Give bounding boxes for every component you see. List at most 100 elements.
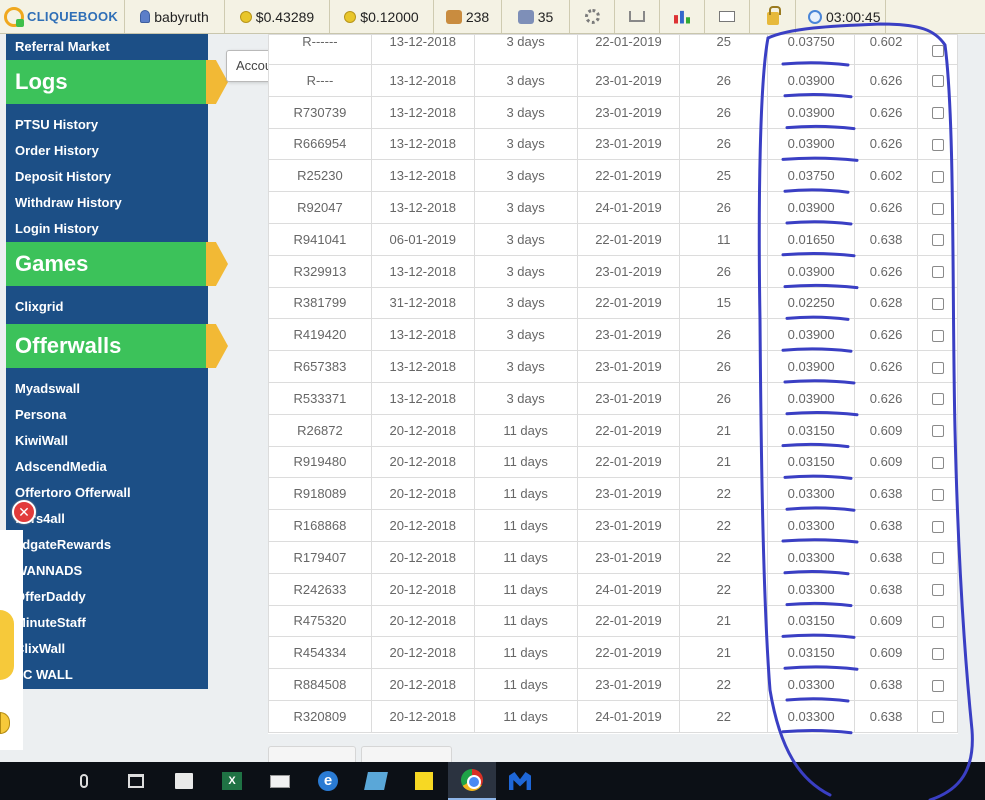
sidebar-item-wannads[interactable]: WANNADS: [6, 558, 208, 584]
row-checkbox[interactable]: [931, 647, 944, 660]
sidebar-item-minutestaff[interactable]: MinuteStaff: [6, 610, 208, 636]
row-checkbox[interactable]: [931, 170, 944, 183]
row-checkbox[interactable]: [931, 75, 944, 88]
sidebar-item-deposit-history[interactable]: Deposit History: [6, 164, 208, 190]
site-logo[interactable]: CLIQUEBOOK: [0, 0, 125, 33]
sidebar-item-kiwiwall[interactable]: KiwiWall: [6, 428, 208, 454]
user-menu[interactable]: babyruth: [125, 0, 225, 33]
duration-value: 3 days: [506, 168, 545, 184]
duration-value: 3 days: [506, 104, 545, 120]
row-checkbox[interactable]: [931, 616, 944, 628]
stats-button[interactable]: [660, 0, 705, 33]
clicks-cell: 26: [679, 191, 769, 224]
rented-count[interactable]: 35: [502, 0, 570, 33]
sidebar-item-adscendmedia[interactable]: AdscendMedia: [6, 454, 208, 480]
row-checkbox[interactable]: [931, 44, 944, 57]
clicks-cell: 21: [679, 445, 769, 479]
rate-value: 0.03900: [787, 104, 835, 120]
taskbar-sticky-notes[interactable]: [400, 762, 448, 800]
end-date-cell: 24-01-2019: [576, 191, 681, 224]
sidebar-item-offertoro[interactable]: Offertoro Offerwall: [6, 480, 208, 506]
row-checkbox[interactable]: [931, 202, 944, 215]
sidebar-item-withdraw-history[interactable]: Withdraw History: [6, 190, 208, 216]
row-checkbox[interactable]: [931, 234, 944, 247]
row-checkbox[interactable]: [931, 552, 944, 565]
taskbar-store[interactable]: [160, 762, 208, 800]
row-checkbox[interactable]: [931, 457, 944, 470]
duration-cell: 11 days: [473, 636, 578, 670]
start-date-cell: 20-12-2018: [370, 699, 475, 733]
sidebar-item-order-history[interactable]: Order History: [6, 138, 208, 164]
duration-value: 11 days: [503, 549, 548, 565]
sidebar-item-btc-wall[interactable]: TC WALL: [6, 662, 208, 688]
taskbar-task-view[interactable]: [112, 762, 160, 800]
sidebar-header-offerwalls: Offerwalls: [6, 324, 228, 368]
row-checkbox[interactable]: [931, 361, 944, 374]
end-date-value: 22-01-2019: [595, 454, 662, 470]
messages-button[interactable]: [705, 0, 750, 33]
sidebar-item-offers4all[interactable]: ffers4all: [6, 506, 208, 532]
edge-icon: e: [318, 771, 338, 791]
referral-id-value: R------: [302, 34, 338, 49]
start-date-value: 13-12-2018: [389, 263, 457, 279]
taskbar-microphone[interactable]: [56, 762, 112, 800]
rate-cell: 0.03300: [767, 668, 856, 701]
sidebar-item-myadswall[interactable]: Myadswall: [6, 376, 208, 402]
start-date-cell: 31-12-2018: [370, 286, 475, 320]
price-cell: 0.638: [854, 540, 919, 574]
select-cell: [917, 318, 958, 352]
close-icon[interactable]: ✕: [12, 500, 36, 524]
end-date-value: 22-01-2019: [595, 613, 662, 629]
select-cell: [917, 445, 958, 479]
sidebar-item-clixgrid[interactable]: Clixgrid: [6, 294, 208, 320]
sidebar-item-ptsu-history[interactable]: PTSU History: [6, 112, 208, 138]
select-cell: [917, 699, 958, 733]
taskbar-chrome[interactable]: [448, 762, 496, 800]
row-checkbox[interactable]: [931, 107, 944, 120]
sidebar-item-login-history[interactable]: Login History: [6, 216, 208, 242]
referral-id-value: R25230: [297, 168, 343, 184]
row-checkbox[interactable]: [931, 520, 944, 533]
taskbar-edge[interactable]: e: [304, 762, 352, 800]
sidebar-item-clixwall[interactable]: ClixWall: [6, 636, 208, 662]
duration-cell: 11 days: [473, 572, 578, 606]
account-balance[interactable]: $0.43289: [225, 0, 330, 33]
taskbar-mail[interactable]: [256, 762, 304, 800]
table-row: R242633 20-12-2018 11 days 24-01-2019 22 0.03…: [268, 572, 958, 606]
sidebar-item-ledgaterewards[interactable]: edgateRewards: [6, 532, 208, 558]
row-checkbox[interactable]: [931, 584, 944, 597]
row-checkbox[interactable]: [931, 139, 944, 152]
store-icon: [175, 773, 193, 789]
referrals-count[interactable]: 238: [434, 0, 502, 33]
purchase-balance[interactable]: $0.12000: [330, 0, 434, 33]
taskbar-malwarebytes[interactable]: [496, 762, 544, 800]
select-cell: [917, 95, 958, 129]
taskbar-app[interactable]: [352, 762, 400, 800]
row-checkbox[interactable]: [931, 425, 944, 438]
row-checkbox[interactable]: [931, 488, 944, 501]
start-date-value: 13-12-2018: [389, 359, 457, 375]
sidebar-item-referral-market[interactable]: Referral Market: [6, 34, 208, 60]
referral-id-cell: R884508: [268, 668, 372, 701]
row-checkbox[interactable]: [931, 298, 944, 311]
clicks-value: 21: [716, 454, 731, 470]
row-checkbox[interactable]: [931, 711, 944, 724]
start-date-cell: 13-12-2018: [370, 127, 475, 161]
table-row: R---- 13-12-2018 3 days 23-01-2019 26 0.03900…: [268, 64, 958, 97]
row-checkbox[interactable]: [931, 679, 944, 692]
price-value: 0.638: [869, 549, 903, 565]
logout-button[interactable]: [750, 0, 796, 33]
row-checkbox[interactable]: [931, 329, 944, 342]
settings-button[interactable]: [570, 0, 615, 33]
referral-id-value: R92047: [297, 200, 343, 216]
duration-value: 3 days: [506, 327, 545, 343]
sidebar-item-persona[interactable]: Persona: [6, 402, 208, 428]
price-value: 0.609: [869, 422, 903, 438]
row-checkbox[interactable]: [931, 393, 944, 406]
taskbar-excel[interactable]: X: [208, 762, 256, 800]
row-checkbox[interactable]: [931, 266, 944, 279]
chevron-right-icon: [206, 60, 228, 104]
clicks-value: 26: [716, 200, 731, 216]
cart-button[interactable]: [615, 0, 660, 33]
sidebar-item-offerdaddy[interactable]: OfferDaddy: [6, 584, 208, 610]
